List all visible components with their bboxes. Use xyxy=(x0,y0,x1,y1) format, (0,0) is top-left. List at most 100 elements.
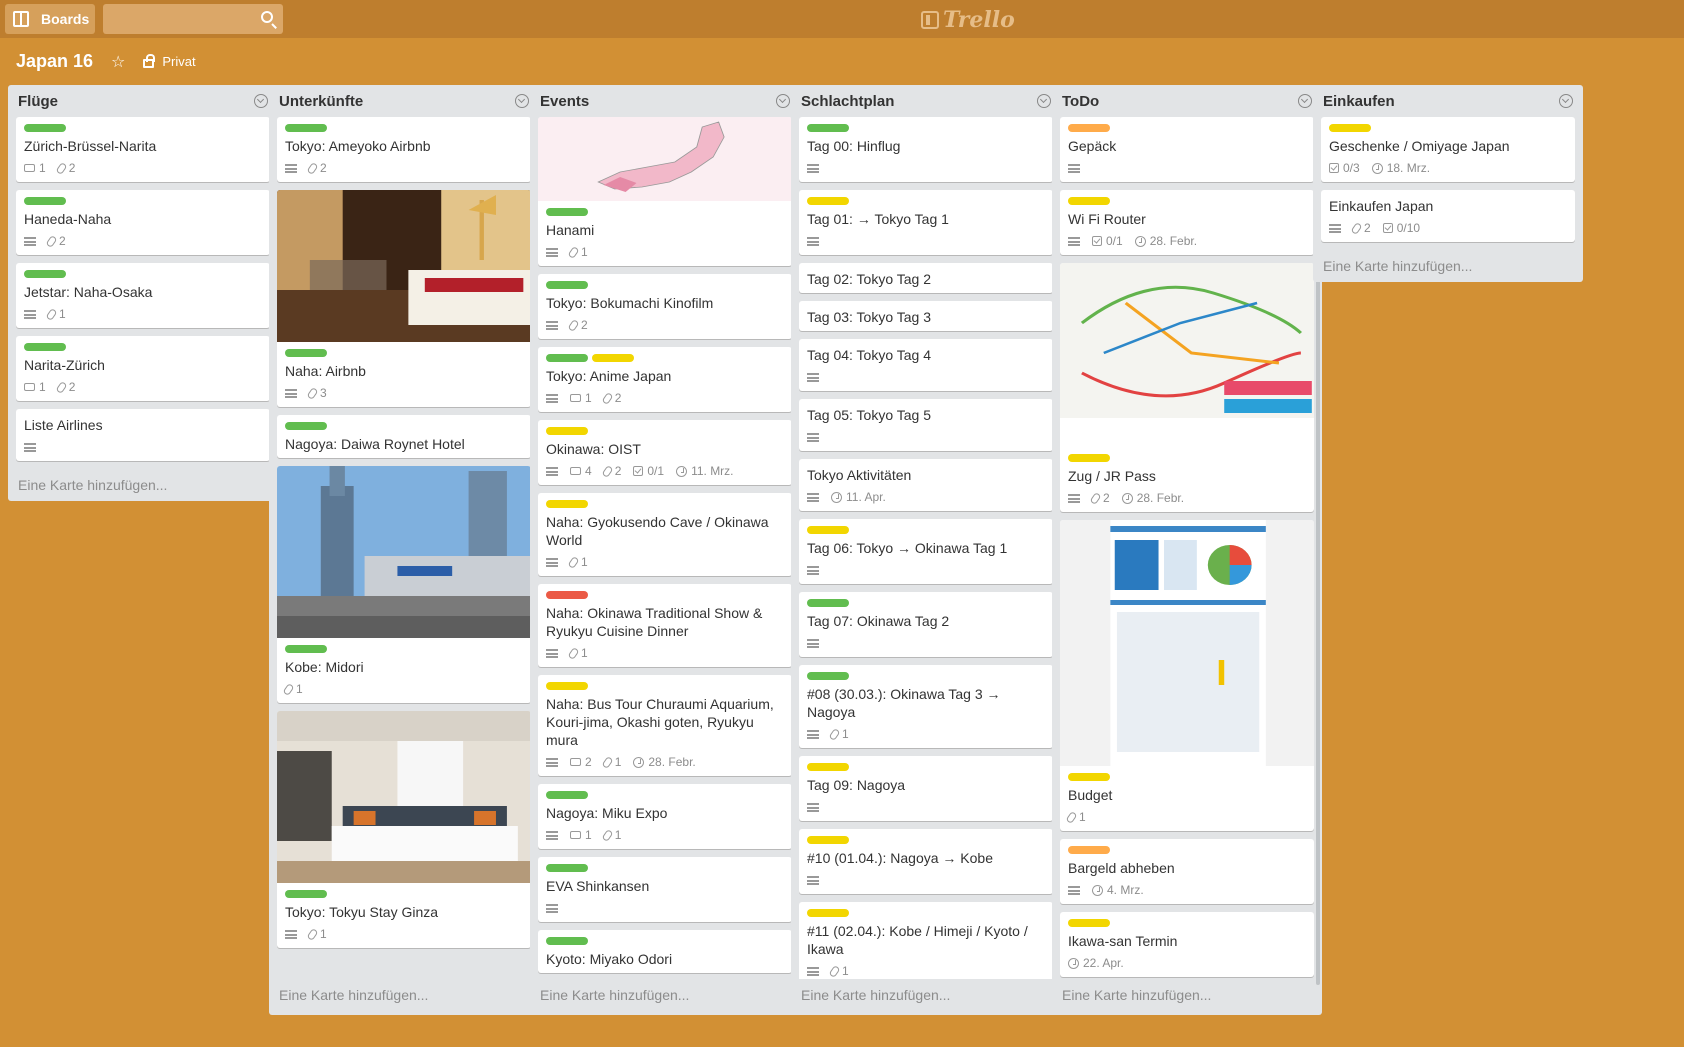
star-icon[interactable]: ☆ xyxy=(111,52,125,72)
badge-text: 0/3 xyxy=(1343,161,1360,175)
list-menu-icon[interactable] xyxy=(1298,94,1312,108)
card-badges: 2 0/10 xyxy=(1329,219,1567,237)
card-cover-image[interactable] xyxy=(277,190,531,342)
badge: 28. Febr. xyxy=(1134,234,1197,248)
trello-logo[interactable]: Trello xyxy=(921,7,1015,33)
list-einkaufen[interactable]: Einkaufen Geschenke / Omiyage Japan 0/3 18.… xyxy=(1313,85,1583,282)
card[interactable]: Tag 03: Tokyo Tag 3 xyxy=(799,301,1053,331)
card[interactable]: Einkaufen Japan 2 0/10 xyxy=(1321,190,1575,242)
card[interactable]: #08 (30.03.): Okinawa Tag 3 → Nagoya 1 xyxy=(799,665,1053,748)
card[interactable]: Haneda-Naha 2 xyxy=(16,190,270,255)
list-title[interactable]: Schlachtplan xyxy=(801,93,894,110)
list-header[interactable]: Unterkünfte xyxy=(269,85,539,117)
add-card-button[interactable]: Eine Karte hinzufügen... xyxy=(1052,979,1322,1011)
card[interactable]: Okinawa: OIST 4 2 0/1 11. Mrz. xyxy=(538,420,792,485)
list-header[interactable]: ToDo xyxy=(1052,85,1322,117)
card[interactable]: Naha: Okinawa Traditional Show & Ryukyu … xyxy=(538,584,792,667)
card[interactable]: Tag 04: Tokyo Tag 4 xyxy=(799,339,1053,391)
visibility-button[interactable]: Privat xyxy=(143,53,196,69)
attachment-icon xyxy=(828,727,841,741)
list-header[interactable]: Flüge xyxy=(8,85,278,117)
card[interactable]: Jetstar: Naha-Osaka 1 xyxy=(16,263,270,328)
list-unterkünfte[interactable]: Unterkünfte Tokyo: Ameyoko Airbnb 2 Naha: A… xyxy=(269,85,539,1015)
badge-text: 2 xyxy=(581,318,588,332)
card[interactable]: Tag 05: Tokyo Tag 5 xyxy=(799,399,1053,451)
card[interactable]: Tag 02: Tokyo Tag 2 xyxy=(799,263,1053,293)
card[interactable]: Budget 1 xyxy=(1060,520,1314,831)
add-card-button[interactable]: Eine Karte hinzufügen... xyxy=(8,469,278,501)
card-cover-image[interactable] xyxy=(1060,520,1314,766)
card[interactable]: Tag 01: → Tokyo Tag 1 xyxy=(799,190,1053,255)
card[interactable]: Bargeld abheben 4. Mrz. xyxy=(1060,839,1314,904)
add-card-button[interactable]: Eine Karte hinzufügen... xyxy=(1313,250,1583,282)
list-todo[interactable]: ToDo Gepäck Wi Fi Router 0/1 28. Febr. Zug / … xyxy=(1052,85,1322,1015)
list-title[interactable]: Events xyxy=(540,93,589,110)
list-title[interactable]: ToDo xyxy=(1062,93,1099,110)
card-cover-image[interactable] xyxy=(277,711,531,883)
card-badges: 2 xyxy=(546,316,784,334)
card[interactable]: Ikawa-san Termin 22. Apr. xyxy=(1060,912,1314,977)
list-flüge[interactable]: Flüge Zürich-Brüssel-Narita 1 2 Haneda-Naha 2… xyxy=(8,85,278,501)
card[interactable]: Hanami 1 xyxy=(538,117,792,266)
card[interactable]: Kyoto: Miyako Odori xyxy=(538,930,792,973)
card[interactable]: Geschenke / Omiyage Japan 0/3 18. Mrz. xyxy=(1321,117,1575,182)
list-header[interactable]: Events xyxy=(530,85,800,117)
list-menu-icon[interactable] xyxy=(515,94,529,108)
card[interactable]: Wi Fi Router 0/1 28. Febr. xyxy=(1060,190,1314,255)
add-card-button[interactable]: Eine Karte hinzufügen... xyxy=(269,979,539,1011)
search-input[interactable] xyxy=(103,4,283,34)
card[interactable]: #10 (01.04.): Nagoya → Kobe xyxy=(799,829,1053,894)
card[interactable]: Zürich-Brüssel-Narita 1 2 xyxy=(16,117,270,182)
list-menu-icon[interactable] xyxy=(1037,94,1051,108)
list-menu-icon[interactable] xyxy=(1559,94,1573,108)
card[interactable]: Liste Airlines xyxy=(16,409,270,461)
card[interactable]: Tokyo: Ameyoko Airbnb 2 xyxy=(277,117,531,182)
checklist-icon xyxy=(1092,236,1102,246)
board-title[interactable]: Japan 16 xyxy=(16,51,93,72)
card-cover-image[interactable] xyxy=(1060,263,1314,447)
card[interactable]: Tag 00: Hinflug xyxy=(799,117,1053,182)
add-card-button[interactable]: Eine Karte hinzufügen... xyxy=(791,979,1061,1011)
card-title: Okinawa: OIST xyxy=(546,441,641,457)
list-menu-icon[interactable] xyxy=(776,94,790,108)
card[interactable]: Naha: Airbnb 3 xyxy=(277,190,531,407)
add-card-button[interactable]: Eine Karte hinzufügen... xyxy=(530,979,800,1011)
badge xyxy=(24,442,36,452)
list-schlachtplan[interactable]: Schlachtplan Tag 00: Hinflug Tag 01: → Tok… xyxy=(791,85,1061,1015)
card-badges: 1 xyxy=(282,680,523,698)
badge: 1 xyxy=(1065,810,1086,824)
card[interactable]: EVA Shinkansen xyxy=(538,857,792,922)
list-title[interactable]: Einkaufen xyxy=(1323,93,1395,110)
list-header[interactable]: Schlachtplan xyxy=(791,85,1061,117)
card[interactable]: Tokyo Aktivitäten 11. Apr. xyxy=(799,459,1053,511)
card-title: Naha: Gyokusendo Cave / Okinawa World xyxy=(546,514,769,548)
list-title[interactable]: Flüge xyxy=(18,93,58,110)
card[interactable]: Tokyo: Anime Japan 1 2 xyxy=(538,347,792,412)
list-menu-icon[interactable] xyxy=(254,94,268,108)
card-cover-image[interactable] xyxy=(538,117,792,201)
label-yellow xyxy=(807,526,849,534)
card[interactable]: Tokyo: Bokumachi Kinofilm 2 xyxy=(538,274,792,339)
card-cover-image[interactable] xyxy=(277,466,531,638)
card[interactable]: Gepäck xyxy=(1060,117,1314,182)
list-events[interactable]: Events Hanami 1 Tokyo: Bokumachi Kinofilm 2 T… xyxy=(530,85,800,1015)
card-title: Budget xyxy=(1068,787,1113,803)
card[interactable]: Nagoya: Daiwa Roynet Hotel xyxy=(277,415,531,458)
card[interactable]: Narita-Zürich 1 2 xyxy=(16,336,270,401)
card[interactable]: Zug / JR Pass 2 28. Febr. xyxy=(1060,263,1314,512)
card[interactable]: Tag 06: Tokyo → Okinawa Tag 1 xyxy=(799,519,1053,584)
badge xyxy=(546,466,558,476)
boards-button[interactable]: Boards xyxy=(5,4,95,34)
card[interactable]: Tag 07: Okinawa Tag 2 xyxy=(799,592,1053,657)
card[interactable]: Kobe: Midori 1 xyxy=(277,466,531,703)
card-container: Tag 00: Hinflug Tag 01: → Tokyo Tag 1 Tag … xyxy=(791,117,1061,979)
list-title[interactable]: Unterkünfte xyxy=(279,93,363,110)
card[interactable]: Naha: Gyokusendo Cave / Okinawa World 1 xyxy=(538,493,792,576)
card[interactable]: Tag 09: Nagoya xyxy=(799,756,1053,821)
search-icon[interactable] xyxy=(261,11,273,23)
list-header[interactable]: Einkaufen xyxy=(1313,85,1583,117)
card[interactable]: Nagoya: Miku Expo 1 1 xyxy=(538,784,792,849)
card[interactable]: Tokyo: Tokyu Stay Ginza 1 xyxy=(277,711,531,948)
card[interactable]: Naha: Bus Tour Churaumi Aquarium, Kouri-… xyxy=(538,675,792,776)
card[interactable]: #11 (02.04.): Kobe / Himeji / Kyoto / Ik… xyxy=(799,902,1053,979)
